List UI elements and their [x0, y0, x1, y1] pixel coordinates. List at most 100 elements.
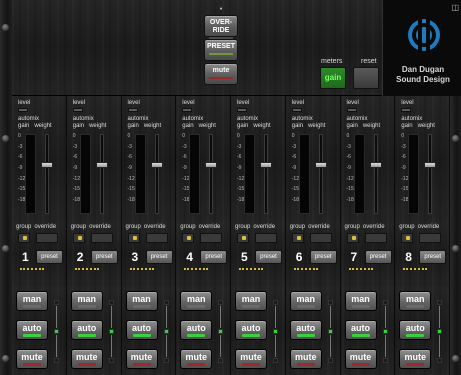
override-button[interactable]: OVER- RIDE [204, 15, 238, 39]
mute-button[interactable]: mute [16, 349, 48, 369]
auto-led [108, 329, 114, 334]
weight-fader-knob[interactable] [424, 162, 437, 169]
group-button[interactable] [18, 233, 30, 243]
group-button[interactable] [72, 233, 85, 243]
mute-button[interactable]: mute [289, 349, 322, 369]
group-button[interactable] [182, 233, 195, 243]
override-toggle[interactable] [255, 233, 277, 243]
led-connector [329, 306, 331, 328]
man-label: man [22, 294, 42, 304]
man-button[interactable]: man [180, 291, 213, 311]
automix-label: automix [182, 116, 204, 122]
man-button[interactable]: man [344, 291, 377, 311]
auto-button[interactable]: auto [344, 320, 377, 340]
auto-button[interactable]: auto [70, 320, 103, 340]
override-toggle[interactable] [36, 233, 58, 243]
man-button[interactable]: man [399, 291, 432, 311]
group-button[interactable] [237, 233, 249, 243]
man-button[interactable]: man [235, 291, 267, 311]
group-button[interactable] [346, 233, 359, 243]
left-rack-rail [0, 0, 12, 375]
man-label: man [186, 294, 206, 304]
group-button[interactable] [127, 233, 140, 243]
override-toggle[interactable] [145, 233, 168, 243]
override-toggle[interactable] [90, 233, 113, 243]
auto-button[interactable]: auto [16, 320, 48, 340]
channel-preset-button[interactable]: preset [255, 250, 282, 264]
channel-buttons-6: man auto mute [286, 287, 341, 375]
reset-button[interactable] [353, 67, 379, 89]
weight-fader-track[interactable] [154, 134, 159, 214]
weight-label: weight [34, 123, 52, 129]
auto-button[interactable]: auto [235, 320, 267, 340]
man-button[interactable]: man [70, 291, 103, 311]
rack-screw [452, 135, 459, 142]
mute-button[interactable]: mute [125, 349, 158, 369]
gain-meters-button[interactable]: gain [320, 67, 346, 89]
man-underline [132, 305, 151, 308]
global-mute-button[interactable]: mute [204, 63, 238, 85]
override-toggle[interactable] [200, 233, 223, 243]
auto-button[interactable]: auto [399, 320, 432, 340]
man-led [163, 300, 169, 305]
weight-fader-track[interactable] [318, 134, 323, 214]
channel-buttons-8: man auto mute [395, 287, 450, 375]
channel-preset-button[interactable]: preset [309, 250, 337, 264]
weight-fader-track[interactable] [428, 134, 433, 214]
override-toggle[interactable] [309, 233, 332, 243]
gain-label: gain [346, 123, 358, 129]
weight-fader-knob[interactable] [205, 162, 218, 169]
auto-button[interactable]: auto [125, 320, 158, 340]
man-label: man [241, 294, 261, 304]
auto-button[interactable]: auto [180, 320, 213, 340]
weight-fader-knob[interactable] [95, 162, 108, 169]
group-button[interactable] [291, 233, 304, 243]
channel-group-3: group override 3 preset [122, 222, 177, 287]
channel-preset-button[interactable]: preset [419, 250, 447, 264]
weight-fader-track[interactable] [45, 134, 49, 214]
channel-buttons-3: man auto mute [122, 287, 177, 375]
level-label: level [237, 100, 250, 106]
weight-fader-knob[interactable] [314, 162, 327, 169]
auto-label: auto [132, 323, 151, 333]
channel-buttons-5: man auto mute [231, 287, 286, 375]
auto-button[interactable]: auto [289, 320, 322, 340]
mute-button[interactable]: mute [399, 349, 432, 369]
preset-button[interactable]: PRESET [204, 39, 238, 61]
group-label: group [125, 224, 141, 230]
weight-fader-track[interactable] [264, 134, 268, 214]
channel-preset-button[interactable]: preset [364, 250, 392, 264]
channel-preset-button[interactable]: preset [36, 250, 63, 264]
weight-fader-knob[interactable] [41, 162, 53, 169]
man-button[interactable]: man [125, 291, 158, 311]
mute-button[interactable]: mute [344, 349, 377, 369]
weight-fader-knob[interactable] [369, 162, 382, 169]
mute-button[interactable]: mute [235, 349, 267, 369]
weight-fader-track[interactable] [209, 134, 214, 214]
man-led [327, 300, 333, 305]
meters-label: meters [321, 58, 343, 65]
weight-fader-track[interactable] [99, 134, 104, 214]
preset-underline [209, 53, 233, 55]
auto-underline [406, 334, 425, 337]
group-button[interactable] [401, 233, 414, 243]
weight-fader-track[interactable] [373, 134, 378, 214]
override-toggle[interactable] [419, 233, 442, 243]
mute-button[interactable]: mute [70, 349, 103, 369]
man-label: man [405, 294, 425, 304]
man-button[interactable]: man [289, 291, 322, 311]
channel-preset-button[interactable]: preset [145, 250, 173, 264]
mute-button[interactable]: mute [180, 349, 213, 369]
man-led [437, 300, 443, 305]
man-button[interactable]: man [16, 291, 48, 311]
auto-underline [351, 334, 370, 337]
expand-icon[interactable]: ◫ [451, 3, 459, 12]
channel-number: 4 [186, 250, 193, 264]
mute-label: mute [404, 352, 426, 362]
brand-name-line1: Dan Dugan [401, 65, 445, 74]
channel-preset-button[interactable]: preset [200, 250, 228, 264]
override-toggle[interactable] [364, 233, 387, 243]
weight-fader-knob[interactable] [260, 162, 272, 169]
weight-fader-knob[interactable] [150, 162, 163, 169]
channel-preset-button[interactable]: preset [90, 250, 118, 264]
